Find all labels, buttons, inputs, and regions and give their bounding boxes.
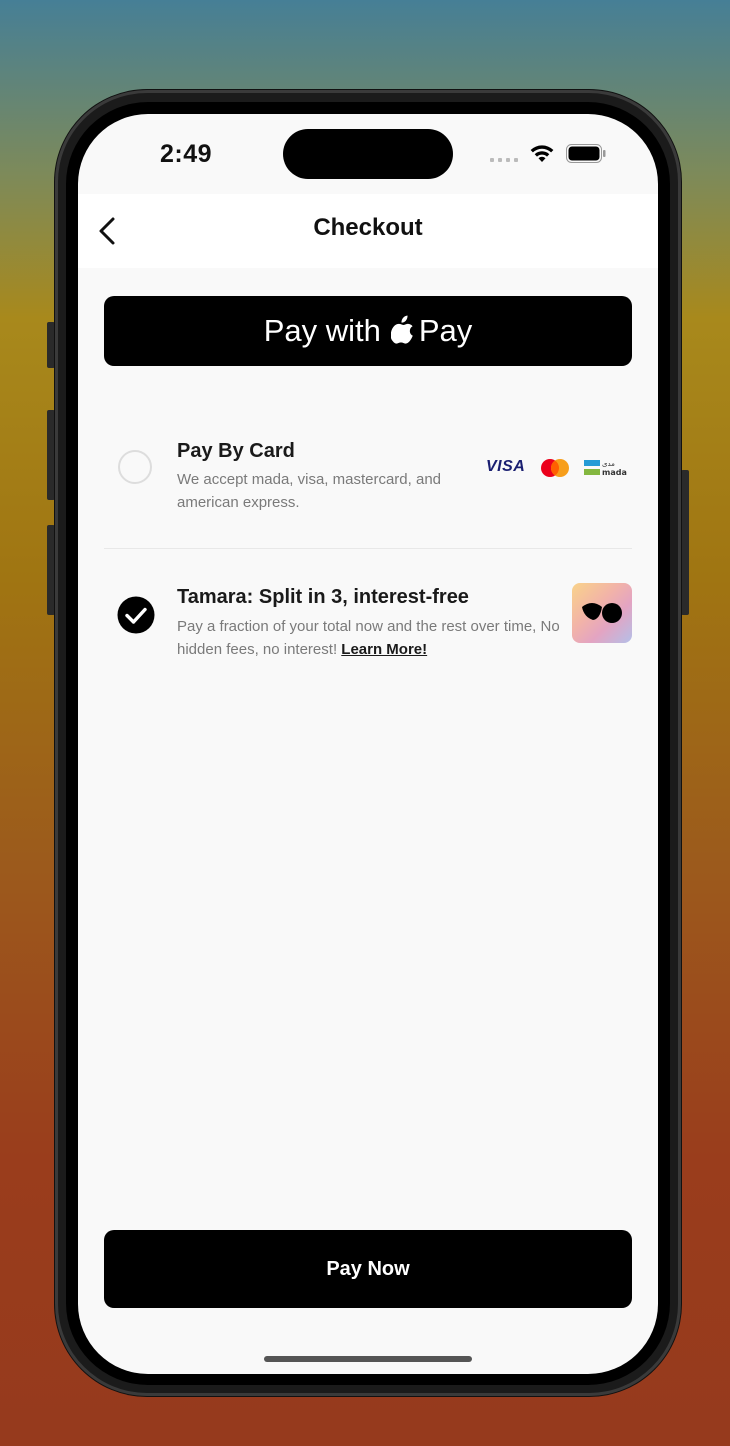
learn-more-link[interactable]: Learn More!	[341, 641, 427, 658]
dynamic-island	[283, 129, 453, 179]
power-button	[681, 470, 689, 615]
options-divider	[104, 548, 632, 549]
mada-logo: مدى mada	[584, 460, 627, 477]
pay-by-card-radio[interactable]	[118, 450, 152, 484]
action-button	[47, 322, 55, 368]
apple-pay-brand: Pay	[418, 313, 473, 348]
phone-screen: 2:49 Checkout Pay with Pay Pay By Card W…	[78, 114, 658, 1374]
volume-down-button	[47, 525, 55, 615]
battery-icon	[566, 144, 606, 163]
pay-by-card-title: Pay By Card	[177, 440, 295, 462]
tamara-radio-checked-icon[interactable]	[117, 596, 155, 634]
status-time: 2:49	[160, 140, 213, 168]
volume-up-button	[47, 410, 55, 500]
tamara-mark-icon	[582, 603, 622, 623]
page-title: Checkout	[313, 214, 423, 241]
tamara-title: Tamara: Split in 3, interest-free	[177, 586, 469, 608]
apple-pay-label: Pay with	[263, 313, 381, 348]
svg-text:مدى: مدى	[602, 460, 615, 468]
home-indicator	[264, 1356, 472, 1362]
mastercard-logo	[541, 459, 569, 477]
signal-icon	[490, 158, 518, 162]
pay-now-button[interactable]: Pay Now	[104, 1230, 632, 1308]
apple-logo-icon	[390, 315, 413, 344]
apple-pay-button[interactable]: Pay with Pay	[104, 296, 632, 366]
tamara-logo	[572, 583, 632, 643]
pay-by-card-description: We accept mada, visa, mastercard, and am…	[177, 471, 442, 511]
tamara-description: Pay a fraction of your total now and the…	[177, 615, 567, 661]
svg-text:mada: mada	[602, 468, 627, 477]
wifi-icon	[530, 145, 554, 162]
visa-logo: VISA	[486, 458, 526, 475]
